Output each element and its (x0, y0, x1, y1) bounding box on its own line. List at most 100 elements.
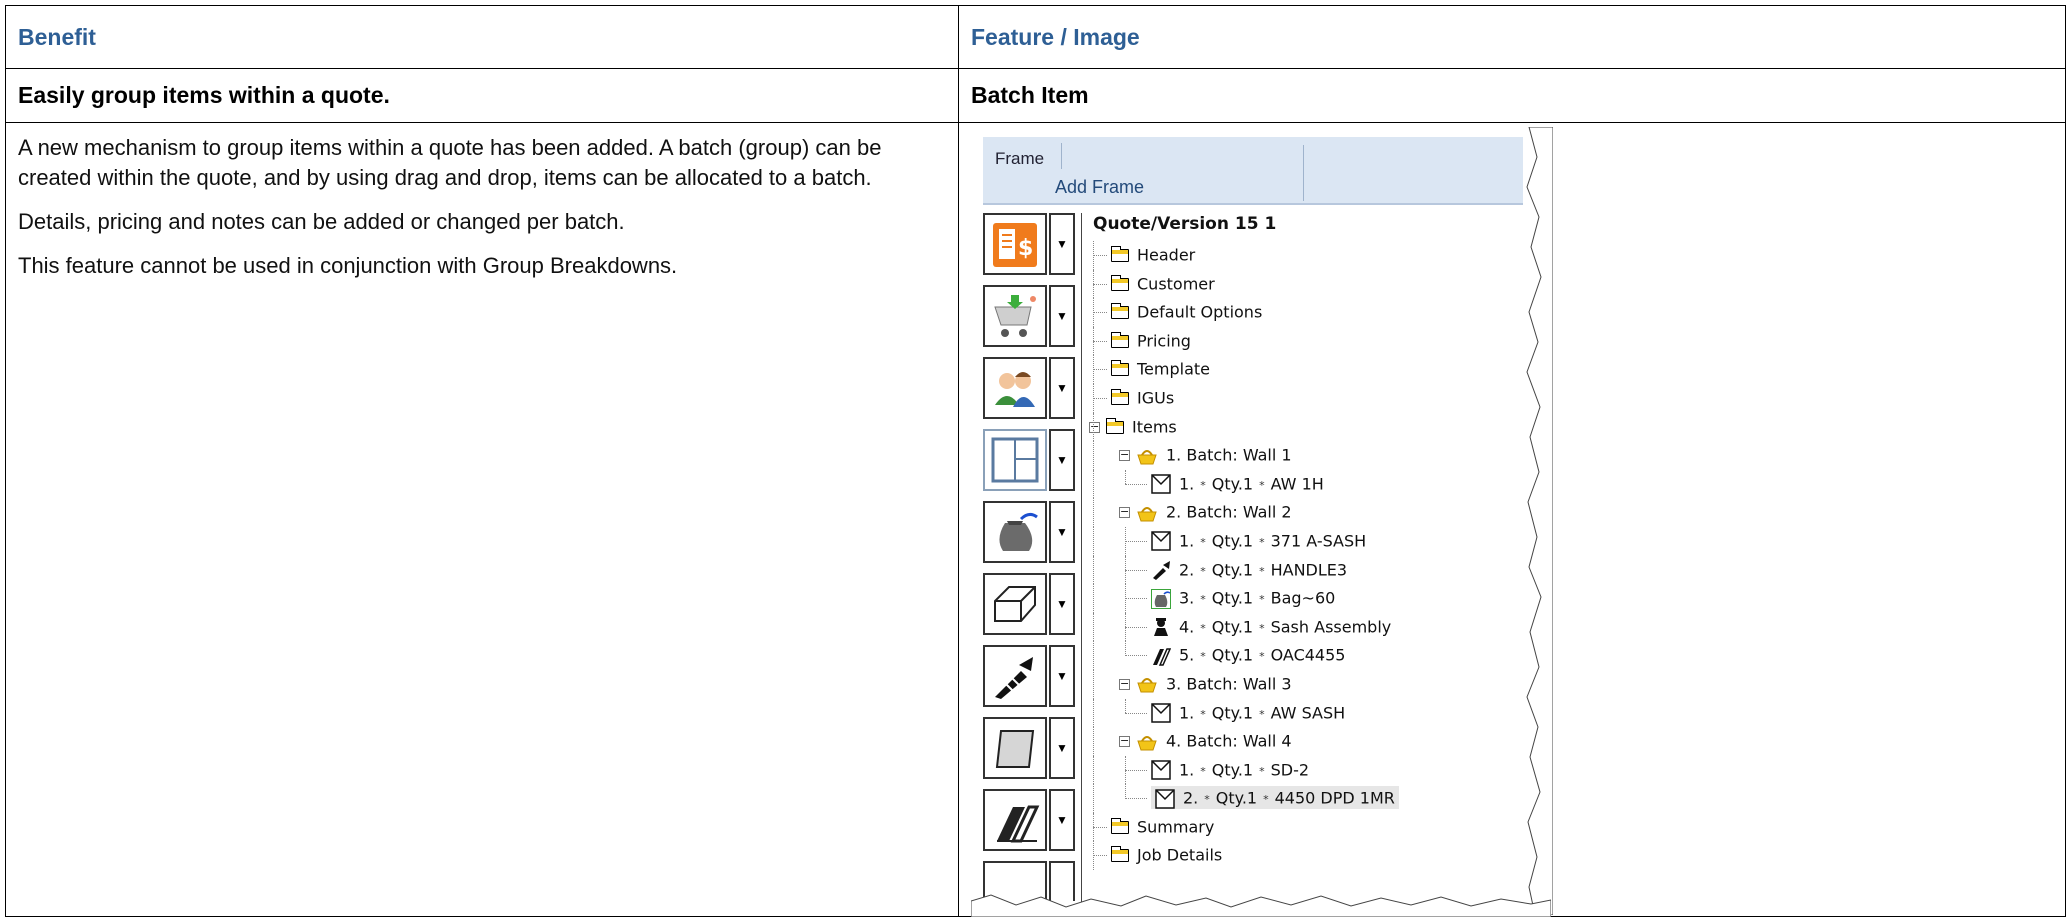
tree-folder-default-options[interactable]: Default Options (1089, 298, 1529, 327)
tool-glass-pane[interactable]: ▼ (983, 717, 1075, 779)
tree-batch[interactable]: −4. Batch: Wall 4 (1089, 727, 1529, 756)
chevron-down-icon[interactable]: ▼ (1049, 789, 1075, 851)
feature-title: Batch Item (971, 82, 1089, 108)
tree-batch[interactable]: −1. Batch: Wall 1 (1089, 441, 1529, 470)
tree-item[interactable]: 3. * Qty.1 * Bag~60 (1089, 584, 1529, 613)
add-frame-button[interactable]: Add Frame (1055, 177, 1144, 198)
torn-edge-bottom (971, 894, 1551, 917)
benefit-title: Easily group items within a quote. (18, 82, 390, 108)
folder-icon (1110, 817, 1129, 834)
paragraph-2: Details, pricing and notes can be added … (18, 209, 625, 234)
quote-tree: Quote/Version 15 1 Header Customer Defau… (1089, 211, 1529, 871)
paragraph-1: A new mechanism to group items within a … (18, 135, 882, 190)
ribbon-bar: Frame Add Frame (983, 137, 1523, 205)
feature-table: Benefit Feature / Image Easily group ite… (5, 5, 2066, 917)
tree-item[interactable]: 1. * Qty.1 * AW 1H (1089, 469, 1529, 499)
tool-profile[interactable]: ▼ (983, 573, 1075, 635)
folder-icon (1110, 331, 1129, 348)
tool-cart[interactable]: ▼ (983, 285, 1075, 347)
tool-strip: $ ▼ ▼ ▼ ▼ ▼ ▼ ▼ ▼ ▼ (983, 213, 1079, 915)
tool-bag[interactable]: ▼ (983, 501, 1075, 563)
tree-folder-customer[interactable]: Customer (1089, 269, 1529, 299)
svg-text:$: $ (1018, 236, 1033, 261)
folder-icon (1110, 360, 1129, 377)
extrusion-icon[interactable] (983, 789, 1047, 851)
tree-item[interactable]: 1. * Qty.1 * SD-2 (1089, 755, 1529, 785)
benefit-title-cell: Easily group items within a quote. (5, 68, 959, 123)
window-frame-icon[interactable] (983, 429, 1047, 491)
bag-icon[interactable] (983, 501, 1047, 563)
tree-folder-header[interactable]: Header (1089, 241, 1529, 270)
tree-folder-pricing[interactable]: Pricing (1089, 326, 1529, 356)
collapse-icon[interactable]: − (1089, 421, 1100, 433)
tree-item[interactable]: 1. * Qty.1 * AW SASH (1089, 698, 1529, 728)
tree-folder-items[interactable]: − Items (1089, 412, 1529, 442)
frame-icon (1151, 474, 1171, 494)
torn-edge-right (1526, 127, 1553, 915)
frame-icon (1151, 703, 1171, 723)
tree-batch[interactable]: −2. Batch: Wall 2 (1089, 498, 1529, 527)
chevron-down-icon[interactable]: ▼ (1049, 645, 1075, 707)
header-feature: Feature / Image (971, 23, 1140, 50)
frame-icon (1151, 760, 1171, 780)
collapse-icon[interactable]: − (1119, 678, 1130, 690)
folder-icon (1110, 846, 1129, 863)
tree-folder-summary[interactable]: Summary (1089, 812, 1529, 842)
tool-users[interactable]: ▼ (983, 357, 1075, 419)
benefit-description-cell: A new mechanism to group items within a … (5, 122, 959, 917)
glass-pane-icon[interactable] (983, 717, 1047, 779)
tool-quote[interactable]: $ ▼ (983, 213, 1075, 275)
folder-icon (1110, 388, 1129, 405)
tree-folder-template[interactable]: Template (1089, 355, 1529, 384)
folder-icon (1110, 274, 1129, 291)
extrusion-icon (1153, 648, 1171, 666)
ribbon-separator (1061, 143, 1062, 169)
basket-icon (1137, 506, 1157, 522)
folder-icon (1105, 417, 1124, 434)
users-icon[interactable] (983, 357, 1047, 419)
tree-root[interactable]: Quote/Version 15 1 (1093, 211, 1529, 241)
header-feature-cell: Feature / Image (958, 5, 2066, 69)
tool-screw[interactable]: ▼ (983, 645, 1075, 707)
screw-icon (1153, 561, 1170, 581)
profile-icon[interactable] (983, 573, 1047, 635)
tree-item-selected[interactable]: 2. * Qty.1 * 4450 DPD 1MR (1089, 784, 1529, 813)
frame-icon (1151, 531, 1171, 552)
tree-item[interactable]: 5. * Qty.1 * OAC4455 (1089, 641, 1529, 670)
header-benefit-cell: Benefit (5, 5, 959, 69)
tree-folder-igus[interactable]: IGUs (1089, 383, 1529, 413)
feature-title-cell: Batch Item (958, 68, 2066, 123)
basket-icon (1137, 735, 1157, 751)
tree-batch[interactable]: −3. Batch: Wall 3 (1089, 669, 1529, 699)
chevron-down-icon[interactable]: ▼ (1049, 357, 1075, 419)
collapse-icon[interactable]: − (1119, 506, 1130, 519)
ribbon-frame-label: Frame (995, 149, 1045, 168)
chevron-down-icon[interactable]: ▼ (1049, 501, 1075, 563)
strip-divider (1081, 213, 1082, 915)
basket-icon (1137, 449, 1157, 465)
tree-folder-job-details[interactable]: Job Details (1089, 841, 1529, 871)
cart-icon[interactable] (983, 285, 1047, 347)
tool-extrusion[interactable]: ▼ (983, 789, 1075, 851)
collapse-icon[interactable]: − (1119, 449, 1130, 462)
tree-item[interactable]: 2. * Qty.1 * HANDLE3 (1089, 555, 1529, 585)
chevron-down-icon[interactable]: ▼ (1049, 573, 1075, 635)
header-benefit: Benefit (18, 23, 96, 50)
chevron-down-icon[interactable]: ▼ (1049, 429, 1075, 491)
worker-icon (1154, 618, 1168, 637)
paragraph-3: This feature cannot be used in conjuncti… (18, 253, 678, 278)
tool-window-frame[interactable]: ▼ (983, 429, 1075, 491)
collapse-icon[interactable]: − (1119, 735, 1130, 748)
tree-item[interactable]: 4. * Qty.1 * Sash Assembly (1089, 612, 1529, 642)
chevron-down-icon[interactable]: ▼ (1049, 717, 1075, 779)
bag-icon (1151, 588, 1171, 609)
screw-icon[interactable] (983, 645, 1047, 707)
basket-icon (1137, 678, 1157, 693)
batch-item-screenshot: Frame Add Frame $ ▼ ▼ ▼ ▼ ▼ ▼ ▼ ▼ ▼ Quot… (971, 127, 1553, 917)
frame-icon (1155, 789, 1175, 809)
chevron-down-icon[interactable]: ▼ (1049, 213, 1075, 275)
ribbon-separator (1303, 145, 1304, 201)
chevron-down-icon[interactable]: ▼ (1049, 285, 1075, 347)
quote-dollar-icon[interactable]: $ (983, 213, 1047, 275)
tree-item[interactable]: 1. * Qty.1 * 371 A-SASH (1089, 526, 1529, 556)
